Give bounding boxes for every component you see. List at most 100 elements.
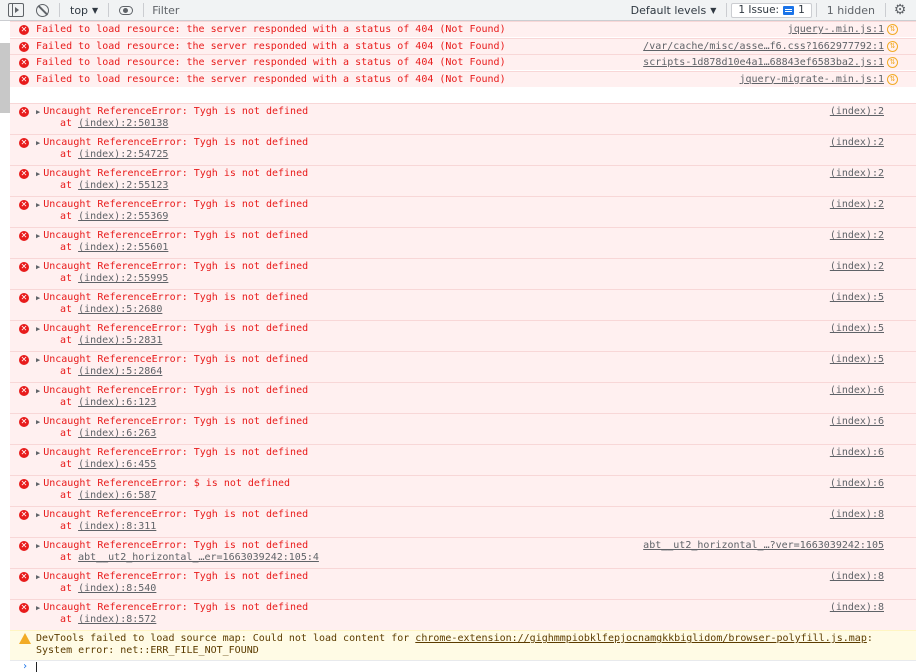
expand-triangle-icon[interactable]: ▶ <box>36 325 40 333</box>
stack-frame-link[interactable]: (index):6:587 <box>78 490 156 501</box>
message-source-link[interactable]: (index):8 <box>830 509 884 521</box>
console-message-error[interactable]: ✕ ▶ Uncaught ReferenceError: Tygh is not d… <box>10 599 916 630</box>
scrollbar-thumb[interactable] <box>0 43 10 113</box>
console-message-error[interactable]: ✕ ▶ Uncaught ReferenceError: Tygh is not d… <box>10 351 916 382</box>
console-message-error[interactable]: ✕ ▶ Uncaught ReferenceError: Tygh is not d… <box>10 227 916 258</box>
expand-triangle-icon[interactable]: ▶ <box>36 387 40 395</box>
console-message-error[interactable]: ✕ ▶ Uncaught ReferenceError: Tygh is not d… <box>10 258 916 289</box>
message-source-link[interactable]: (index):6 <box>830 447 884 459</box>
expand-triangle-icon[interactable]: ▶ <box>36 511 40 519</box>
filter-input[interactable] <box>148 1 589 19</box>
stack-frame-link[interactable]: (index):5:2831 <box>78 335 162 346</box>
source-map-link[interactable]: chrome-extension://gighmmpiobklfepjocnam… <box>415 633 867 644</box>
expand-triangle-icon[interactable]: ▶ <box>36 108 40 116</box>
console-message-error[interactable]: ✕ ▶ Uncaught ReferenceError: Tygh is not d… <box>10 103 916 134</box>
console-message-error[interactable]: ✕ ▶ Uncaught ReferenceError: $ is not defi… <box>10 475 916 506</box>
sidebar-toggle-button[interactable] <box>0 0 24 21</box>
message-source-link[interactable]: (index):2 <box>830 137 884 149</box>
stack-frame-link[interactable]: (index):8:540 <box>78 583 156 594</box>
expand-triangle-icon[interactable]: ▶ <box>36 294 40 302</box>
message-source-link[interactable]: (index):5 <box>830 292 884 304</box>
live-expression-button[interactable] <box>113 0 139 21</box>
console-message-error[interactable]: ✕ ▶ Uncaught ReferenceError: Tygh is not d… <box>10 568 916 599</box>
stack-frame-link[interactable]: abt__ut2_horizontal_…er=1663039242:105:4 <box>78 552 319 563</box>
console-message-error[interactable]: ✕ ▶ Uncaught ReferenceError: Tygh is not d… <box>10 382 916 413</box>
stack-at-label: at <box>60 149 79 160</box>
message-source-link[interactable]: (index):8 <box>830 571 884 583</box>
console-message-error[interactable]: ✕ ▶ Uncaught ReferenceError: Tygh is not d… <box>10 537 916 568</box>
stack-frame: at (index):6:587 <box>60 490 156 502</box>
message-source-link[interactable]: jquery-.min.js:1 <box>788 24 884 36</box>
stack-frame-link[interactable]: (index):5:2864 <box>78 366 162 377</box>
message-source-link[interactable]: (index):2 <box>830 168 884 180</box>
expand-triangle-icon[interactable]: ▶ <box>36 449 40 457</box>
network-request-icon[interactable]: ⇅ <box>887 57 898 68</box>
stack-frame-link[interactable]: (index):5:2680 <box>78 304 162 315</box>
network-request-icon[interactable]: ⇅ <box>887 40 898 52</box>
expand-triangle-icon[interactable]: ▶ <box>36 263 40 271</box>
console-message-error[interactable]: ✕ ▶ Uncaught ReferenceError: Tygh is not d… <box>10 320 916 351</box>
message-source-link[interactable]: (index):5 <box>830 323 884 335</box>
expand-triangle-icon[interactable]: ▶ <box>36 542 40 550</box>
clear-console-button[interactable] <box>24 0 49 21</box>
message-source-link[interactable]: (index):6 <box>830 478 884 490</box>
console-message-error[interactable]: ✕ ▶ Uncaught ReferenceError: Tygh is not d… <box>10 506 916 537</box>
stack-frame-link[interactable]: (index):2:50138 <box>78 118 168 129</box>
stack-at-label: at <box>60 459 79 470</box>
console-message-error[interactable]: ✕ ▶ Uncaught ReferenceError: Tygh is not d… <box>10 165 916 196</box>
expand-triangle-icon[interactable]: ▶ <box>36 480 40 488</box>
stack-frame-link[interactable]: (index):2:55601 <box>78 242 168 253</box>
expand-triangle-icon[interactable]: ▶ <box>36 170 40 178</box>
stack-frame-link[interactable]: (index):8:311 <box>78 521 156 532</box>
message-source-link[interactable]: /var/cache/misc/asse…f6.css?1662977792:1 <box>643 41 884 53</box>
stack-frame-link[interactable]: (index):2:55123 <box>78 180 168 191</box>
stack-frame-link[interactable]: (index):6:455 <box>78 459 156 470</box>
stack-frame-link[interactable]: (index):6:263 <box>78 428 156 439</box>
context-selector[interactable]: top ▼ <box>64 0 104 21</box>
eye-icon <box>119 5 134 15</box>
expand-triangle-icon[interactable]: ▶ <box>36 139 40 147</box>
expand-triangle-icon[interactable]: ▶ <box>36 418 40 426</box>
message-source-link[interactable]: abt__ut2_horizontal_…?ver=1663039242:105 <box>643 540 884 552</box>
message-body: Uncaught ReferenceError: Tygh is not def… <box>43 540 309 551</box>
network-request-icon[interactable]: ⇅ <box>887 73 898 85</box>
console-message-error[interactable]: ✕ ▶ Uncaught ReferenceError: Tygh is not d… <box>10 134 916 165</box>
console-message-error[interactable]: ✕ ▶ Uncaught ReferenceError: Tygh is not d… <box>10 289 916 320</box>
console-prompt[interactable]: › <box>10 660 916 672</box>
message-source-link[interactable]: jquery-migrate-.min.js:1 <box>740 74 885 86</box>
stack-frame-link[interactable]: (index):6:123 <box>78 397 156 408</box>
expand-triangle-icon[interactable]: ▶ <box>36 356 40 364</box>
message-text: ▶ Uncaught ReferenceError: Tygh is not de… <box>36 571 308 583</box>
log-levels-dropdown[interactable]: Default levels ▼ <box>625 0 723 21</box>
console-message-error[interactable]: ✕ ▶ Uncaught ReferenceError: Tygh is not d… <box>10 413 916 444</box>
expand-triangle-icon[interactable]: ▶ <box>36 232 40 240</box>
issues-button[interactable]: 1 Issue: 1 <box>731 2 812 18</box>
expand-triangle-icon[interactable]: ▶ <box>36 604 40 612</box>
network-request-icon[interactable]: ⇅ <box>887 24 898 35</box>
error-icon: ✕ <box>19 541 29 551</box>
stack-frame-link[interactable]: (index):8:572 <box>78 614 156 625</box>
message-source-link[interactable]: (index):8 <box>830 602 884 614</box>
console-message-error[interactable]: ✕ ▶ Uncaught ReferenceError: Tygh is not d… <box>10 196 916 227</box>
console-messages[interactable]: ✕ Failed to load resource: the server res… <box>0 21 916 672</box>
message-source-link[interactable]: (index):6 <box>830 385 884 397</box>
stack-frame: at (index):2:55369 <box>60 211 168 223</box>
expand-triangle-icon[interactable]: ▶ <box>36 573 40 581</box>
console-message-error[interactable]: ✕ ▶ Uncaught ReferenceError: Tygh is not d… <box>10 444 916 475</box>
message-source-link[interactable]: (index):5 <box>830 354 884 366</box>
console-settings-button[interactable]: ⚙ <box>890 0 910 21</box>
stack-frame-link[interactable]: (index):2:54725 <box>78 149 168 160</box>
stack-frame: at abt__ut2_horizontal_…er=1663039242:10… <box>60 552 319 564</box>
stack-frame-link[interactable]: (index):2:55995 <box>78 273 168 284</box>
message-source-link[interactable]: scripts-1d878d10e4a1…68843ef6583ba2.js:1 <box>643 57 884 69</box>
message-source-link[interactable]: (index):2 <box>830 106 884 118</box>
error-icon: ✕ <box>19 293 29 303</box>
expand-triangle-icon[interactable]: ▶ <box>36 201 40 209</box>
message-source-link[interactable]: (index):2 <box>830 230 884 242</box>
message-source-link[interactable]: (index):6 <box>830 416 884 428</box>
message-text: ▶ Uncaught ReferenceError: Tygh is not de… <box>36 509 308 521</box>
stack-frame-link[interactable]: (index):2:55369 <box>78 211 168 222</box>
stack-at-label: at <box>60 180 79 191</box>
message-source-link[interactable]: (index):2 <box>830 199 884 211</box>
message-source-link[interactable]: (index):2 <box>830 261 884 273</box>
